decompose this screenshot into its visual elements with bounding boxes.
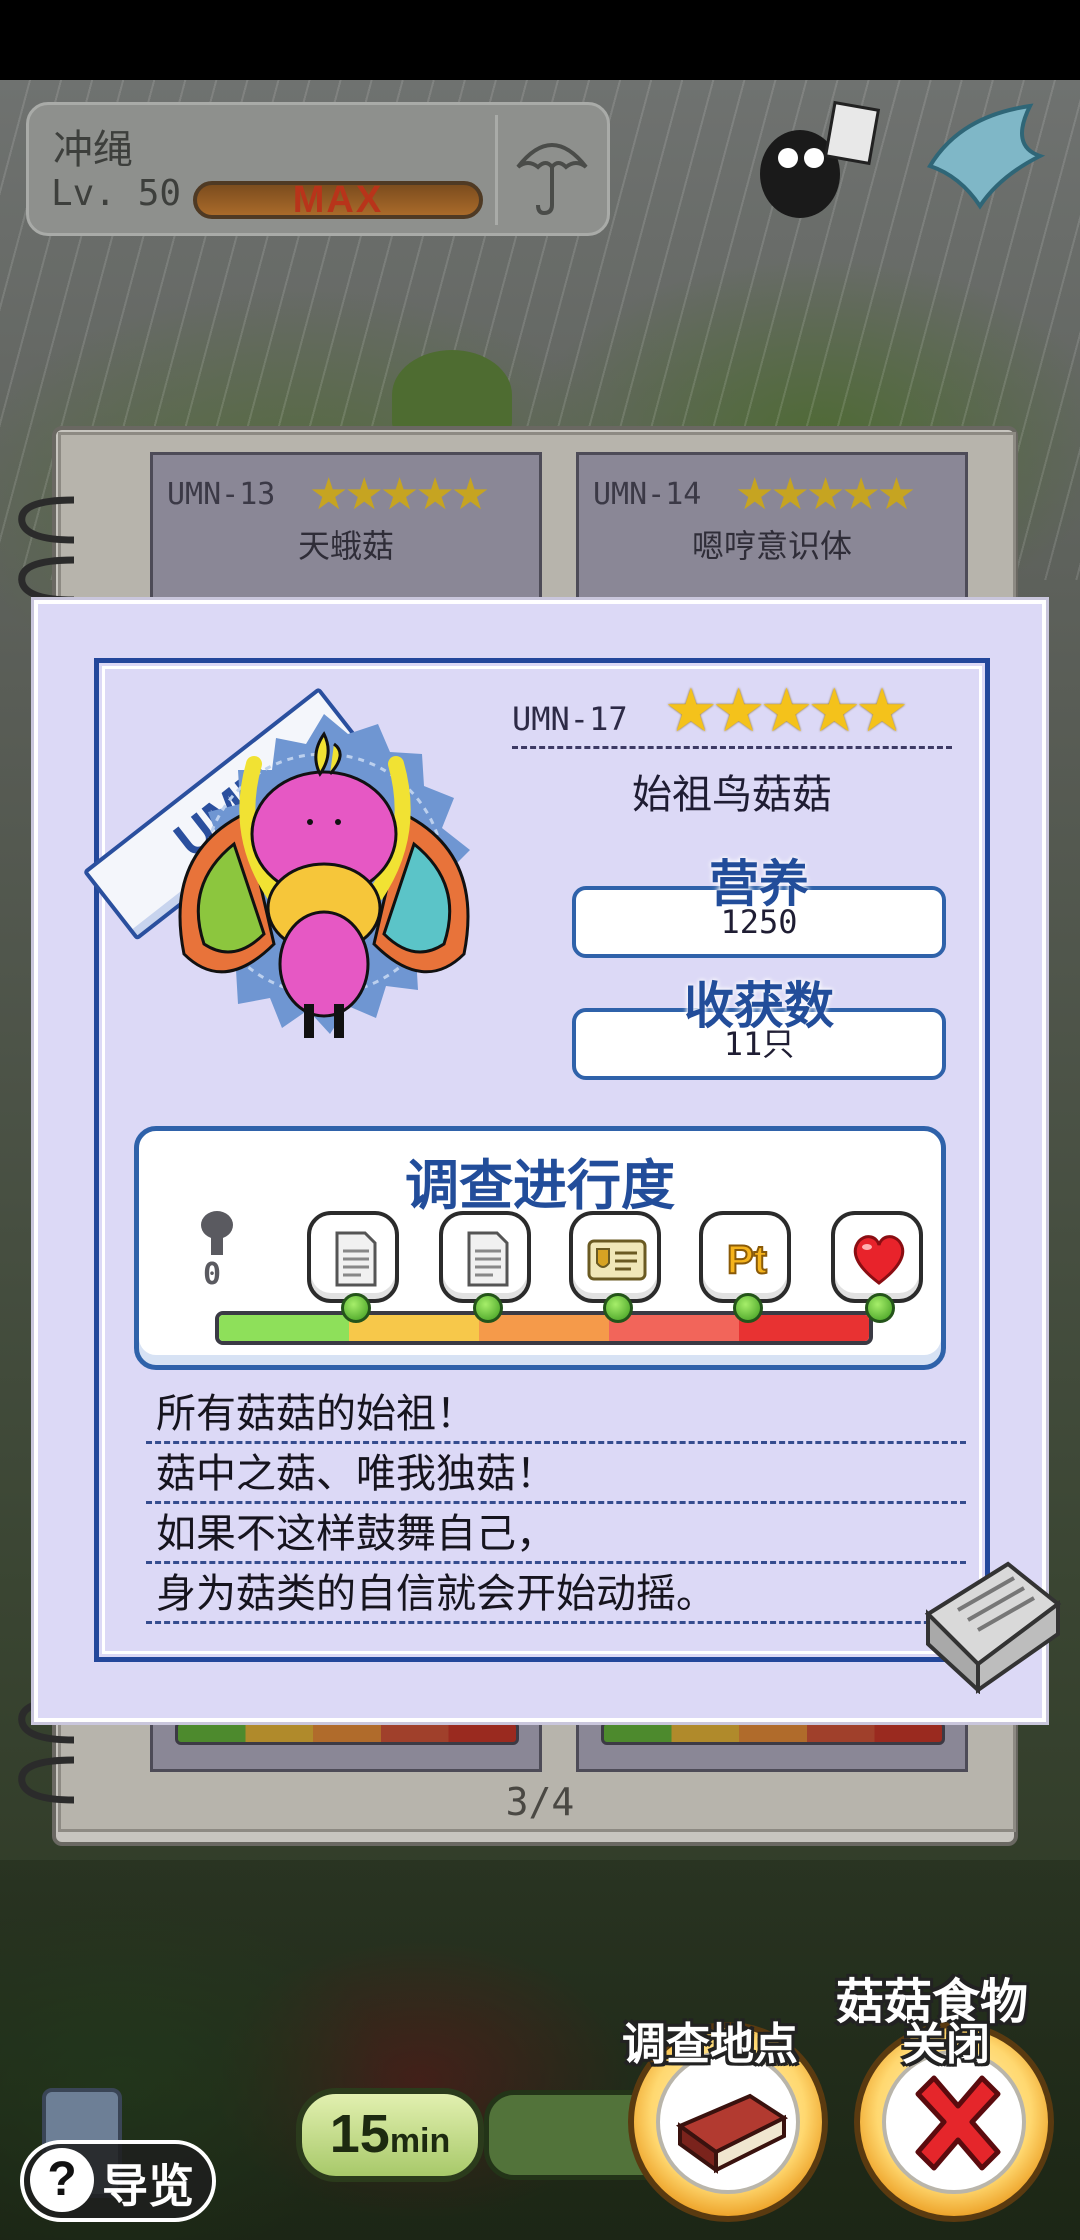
timer-unit: min (389, 2122, 451, 2160)
book-icon (675, 2093, 789, 2174)
mushroom-name: 始祖鸟菇菇 (632, 772, 832, 818)
close-label: 关闭 (902, 2019, 990, 2070)
location-level: Lv. 50 (51, 173, 182, 214)
umbrella-icon (516, 143, 588, 216)
svg-text:Pt: Pt (727, 1238, 767, 1282)
document-icon (335, 1231, 377, 1287)
description-line: 所有菇菇的始祖！ (146, 1384, 966, 1444)
status-bar (0, 0, 1080, 80)
pt-points-icon: Pt (726, 1237, 768, 1283)
progress-segment-1 (219, 1315, 349, 1341)
progress-count: 0 (203, 1257, 222, 1292)
blue-bird-icon (927, 103, 1046, 210)
progress-segment-4 (609, 1315, 739, 1341)
document-icon (467, 1231, 509, 1287)
survey-progress-panel: 调查进行度 0 Pt (134, 1126, 946, 1370)
milestone-3[interactable] (569, 1211, 661, 1323)
milestone-1[interactable] (307, 1211, 399, 1323)
background-card-stars: ★★★★★ (735, 469, 916, 520)
milestone-dot (733, 1293, 763, 1323)
milestone-4[interactable]: Pt (699, 1211, 791, 1323)
help-icon: ? (30, 2148, 94, 2212)
close-icon (915, 2075, 1001, 2171)
milestone-dot (865, 1293, 895, 1323)
guide-button[interactable]: ? 导览 (20, 2140, 216, 2222)
milestone-dot (473, 1293, 503, 1323)
weather-indicator (495, 115, 599, 225)
location-card[interactable]: 冲绳 Lv. 50 MAX (26, 102, 610, 236)
survey-location-label: 调查地点 (622, 2019, 798, 2070)
location-name: 冲绳 (53, 127, 133, 173)
background-card-id: UMN-13 (167, 477, 276, 512)
newspaper-icon[interactable] (918, 1554, 1068, 1694)
survey-progress-bar (215, 1311, 873, 1345)
progress-segment-2 (349, 1315, 479, 1341)
id-divider (512, 746, 952, 749)
heart-icon (853, 1235, 905, 1285)
background-card-progress (601, 1721, 945, 1745)
timer-badge: 15min (296, 2088, 484, 2182)
id-card-icon (587, 1239, 647, 1281)
milestone-dot (603, 1293, 633, 1323)
nutrition-label: 营养 (709, 855, 809, 913)
page-indicator: 3/4 (505, 1780, 575, 1824)
mushroom-id: UMN-17 (512, 700, 628, 738)
archaeopteryx-mushroom-portrait (178, 714, 470, 1038)
background-card-name: 嗯哼意识体 (691, 527, 852, 565)
mushroom-description: 所有菇菇的始祖！ 菇中之菇、唯我独菇！ 如果不这样鼓舞自己， 身为菇类的自信就会… (146, 1384, 966, 1624)
progress-segment-3 (479, 1315, 609, 1341)
researcher-character-icon (760, 100, 881, 218)
level-progress-bar: MAX (193, 179, 483, 221)
background-card-name: 天蛾菇 (297, 527, 394, 565)
milestone-2[interactable] (439, 1211, 531, 1323)
mushroom-detail-card[interactable]: UMN UMN-17 ★★★★★ 始祖鸟菇菇 1250 营养 11只 收获数 调… (34, 600, 1062, 1722)
background-card-progress (175, 1721, 519, 1745)
milestone-5[interactable] (831, 1211, 923, 1323)
progress-pin-icon (201, 1211, 233, 1255)
description-line: 如果不这样鼓舞自己， (146, 1504, 966, 1564)
milestone-dot (341, 1293, 371, 1323)
rarity-stars: ★★★★★ (664, 676, 909, 746)
background-card-stars: ★★★★★ (309, 469, 490, 520)
survey-progress-title: 调查进行度 (405, 1154, 675, 1217)
guide-label: 导览 (102, 2159, 194, 2213)
description-line: 菇中之菇、唯我独菇！ (146, 1444, 966, 1504)
background-card-id: UMN-14 (593, 477, 702, 512)
timer-value: 15 (329, 2104, 390, 2164)
harvest-label: 收获数 (684, 977, 834, 1035)
level-max-label: MAX (292, 179, 384, 221)
progress-segment-5 (739, 1315, 869, 1341)
description-line: 身为菇类的自信就会开始动摇。 (146, 1564, 966, 1624)
